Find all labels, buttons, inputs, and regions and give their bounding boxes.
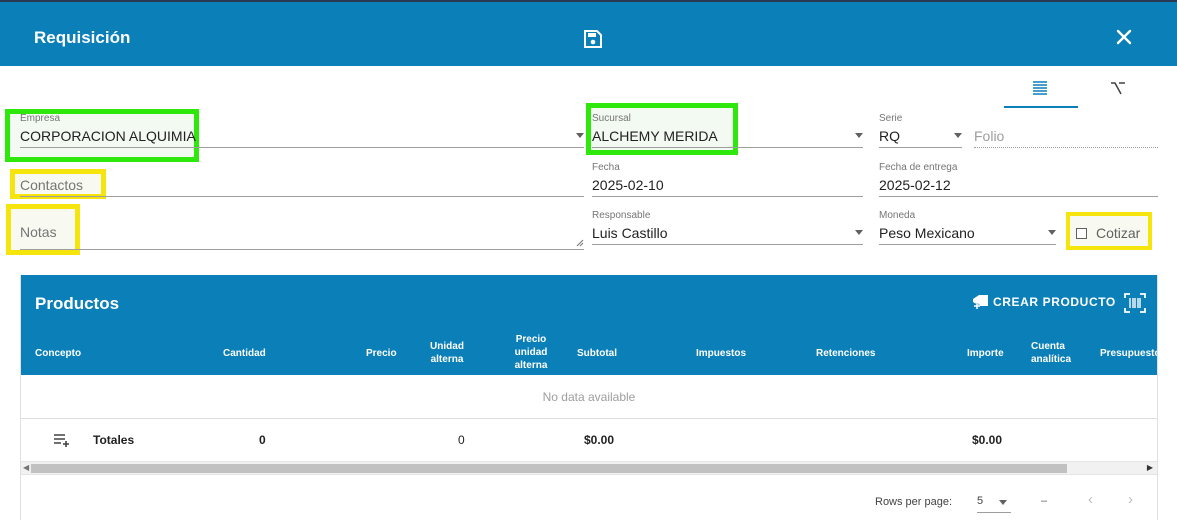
moneda-value: Peso Mexicano <box>879 225 975 241</box>
tab-tree-view[interactable] <box>1082 72 1156 108</box>
products-table: Productos CREAR PRODUCTO Concepto Cantid… <box>20 275 1158 520</box>
page-range: – <box>1041 495 1048 507</box>
rows-per-page-value: 5 <box>977 495 984 507</box>
add-product-icon <box>973 295 988 309</box>
prev-page-button[interactable]: ‹ <box>1088 491 1093 508</box>
sucursal-label: Sucursal <box>592 113 631 124</box>
dialog-title: Requisición <box>34 28 131 47</box>
fecha-value: 2025-02-10 <box>592 177 664 193</box>
cotizar-label: Cotizar <box>1096 225 1141 241</box>
chevron-down-icon <box>1048 230 1056 235</box>
col-concepto[interactable]: Concepto <box>35 347 81 360</box>
products-title: Productos <box>35 294 120 313</box>
add-row-icon[interactable] <box>53 433 71 447</box>
contactos-field[interactable]: Contactos <box>20 162 584 197</box>
empresa-select[interactable]: Empresa CORPORACION ALQUIMIA <box>20 113 584 148</box>
next-page-button[interactable]: › <box>1128 491 1133 508</box>
sucursal-select[interactable]: Sucursal ALCHEMY MERIDA <box>592 113 863 148</box>
chevron-down-icon <box>855 133 863 138</box>
sucursal-value: ALCHEMY MERIDA <box>592 128 718 144</box>
fecha-entrega-field[interactable]: Fecha de entrega 2025-02-12 <box>879 162 1158 197</box>
chevron-down-icon <box>855 230 863 235</box>
fecha-label: Fecha <box>592 162 620 173</box>
notas-placeholder: Notas <box>20 224 57 240</box>
scrollbar-thumb[interactable] <box>31 464 1067 473</box>
chevron-down-icon <box>576 133 584 138</box>
folio-placeholder: Folio <box>974 128 1005 144</box>
rows-per-page-select[interactable]: 5 <box>977 493 1011 513</box>
responsable-label: Responsable <box>592 210 651 221</box>
totals-subtotal: $0.00 <box>584 433 615 447</box>
col-subtotal[interactable]: Subtotal <box>577 347 617 360</box>
empresa-value: CORPORACION ALQUIMIA <box>20 128 196 144</box>
col-impuestos[interactable]: Impuestos <box>696 347 746 360</box>
barcode-scan-icon[interactable] <box>1124 293 1146 313</box>
chevron-down-icon <box>999 500 1007 505</box>
notas-textarea[interactable]: Notas <box>20 210 584 250</box>
contactos-placeholder: Contactos <box>20 177 84 193</box>
col-cantidad[interactable]: Cantidad <box>223 347 266 360</box>
col-cuenta-analitica[interactable]: Cuenta analítica <box>1031 340 1071 366</box>
horizontal-scrollbar[interactable]: ◀ ▶ <box>21 461 1157 475</box>
totals-row: Totales 0 0 $0.00 $0.00 <box>21 419 1157 461</box>
col-unidad-alterna[interactable]: Unidad alterna <box>429 340 465 366</box>
serie-value: RQ <box>879 128 900 144</box>
table-footer: Rows per page: 5 – ‹ › <box>21 475 1157 520</box>
list-icon <box>1033 81 1047 95</box>
responsable-select[interactable]: Responsable Luis Castillo <box>592 210 863 245</box>
folio-field[interactable]: Folio <box>974 113 1158 148</box>
totals-cantidad: 0 <box>259 433 266 447</box>
col-retenciones[interactable]: Retenciones <box>816 347 875 360</box>
totals-label: Totales <box>93 433 135 447</box>
empresa-label: Empresa <box>20 113 61 124</box>
col-importe[interactable]: Importe <box>967 347 1004 360</box>
fecha-field[interactable]: Fecha 2025-02-10 <box>592 162 863 197</box>
serie-select[interactable]: Serie RQ <box>879 113 962 148</box>
fecha-entrega-value: 2025-02-12 <box>879 177 951 193</box>
checkbox-icon <box>1076 228 1087 239</box>
products-header: Productos CREAR PRODUCTO Concepto Cantid… <box>21 275 1157 375</box>
col-precio-unidad-alterna[interactable]: Precio unidad alterna <box>509 333 553 372</box>
col-precio[interactable]: Precio <box>366 347 397 360</box>
responsable-value: Luis Castillo <box>592 225 668 241</box>
branch-icon <box>1111 82 1125 95</box>
chevron-down-icon <box>954 133 962 138</box>
col-presupuesto[interactable]: Presupuesto <box>1100 347 1157 360</box>
fecha-entrega-label: Fecha de entrega <box>879 162 958 173</box>
totals-unidad-alterna: 0 <box>458 433 465 447</box>
tab-form-view[interactable] <box>1004 72 1078 108</box>
scroll-right-icon[interactable]: ▶ <box>1147 463 1153 472</box>
totals-importe: $0.00 <box>972 433 1003 447</box>
moneda-select[interactable]: Moneda Peso Mexicano <box>879 210 1056 245</box>
scroll-left-icon[interactable]: ◀ <box>23 463 29 472</box>
serie-label: Serie <box>879 113 903 124</box>
close-icon[interactable] <box>1114 27 1134 47</box>
cotizar-checkbox[interactable]: Cotizar <box>1066 212 1152 250</box>
resize-handle-icon[interactable] <box>576 239 584 247</box>
moneda-label: Moneda <box>879 210 916 221</box>
dialog-header: Requisición <box>0 0 1177 66</box>
save-icon[interactable] <box>584 30 602 48</box>
no-data-message: No data available <box>21 375 1157 419</box>
rows-per-page-label: Rows per page: <box>875 496 953 508</box>
crear-producto-label: CREAR PRODUCTO <box>993 295 1116 309</box>
